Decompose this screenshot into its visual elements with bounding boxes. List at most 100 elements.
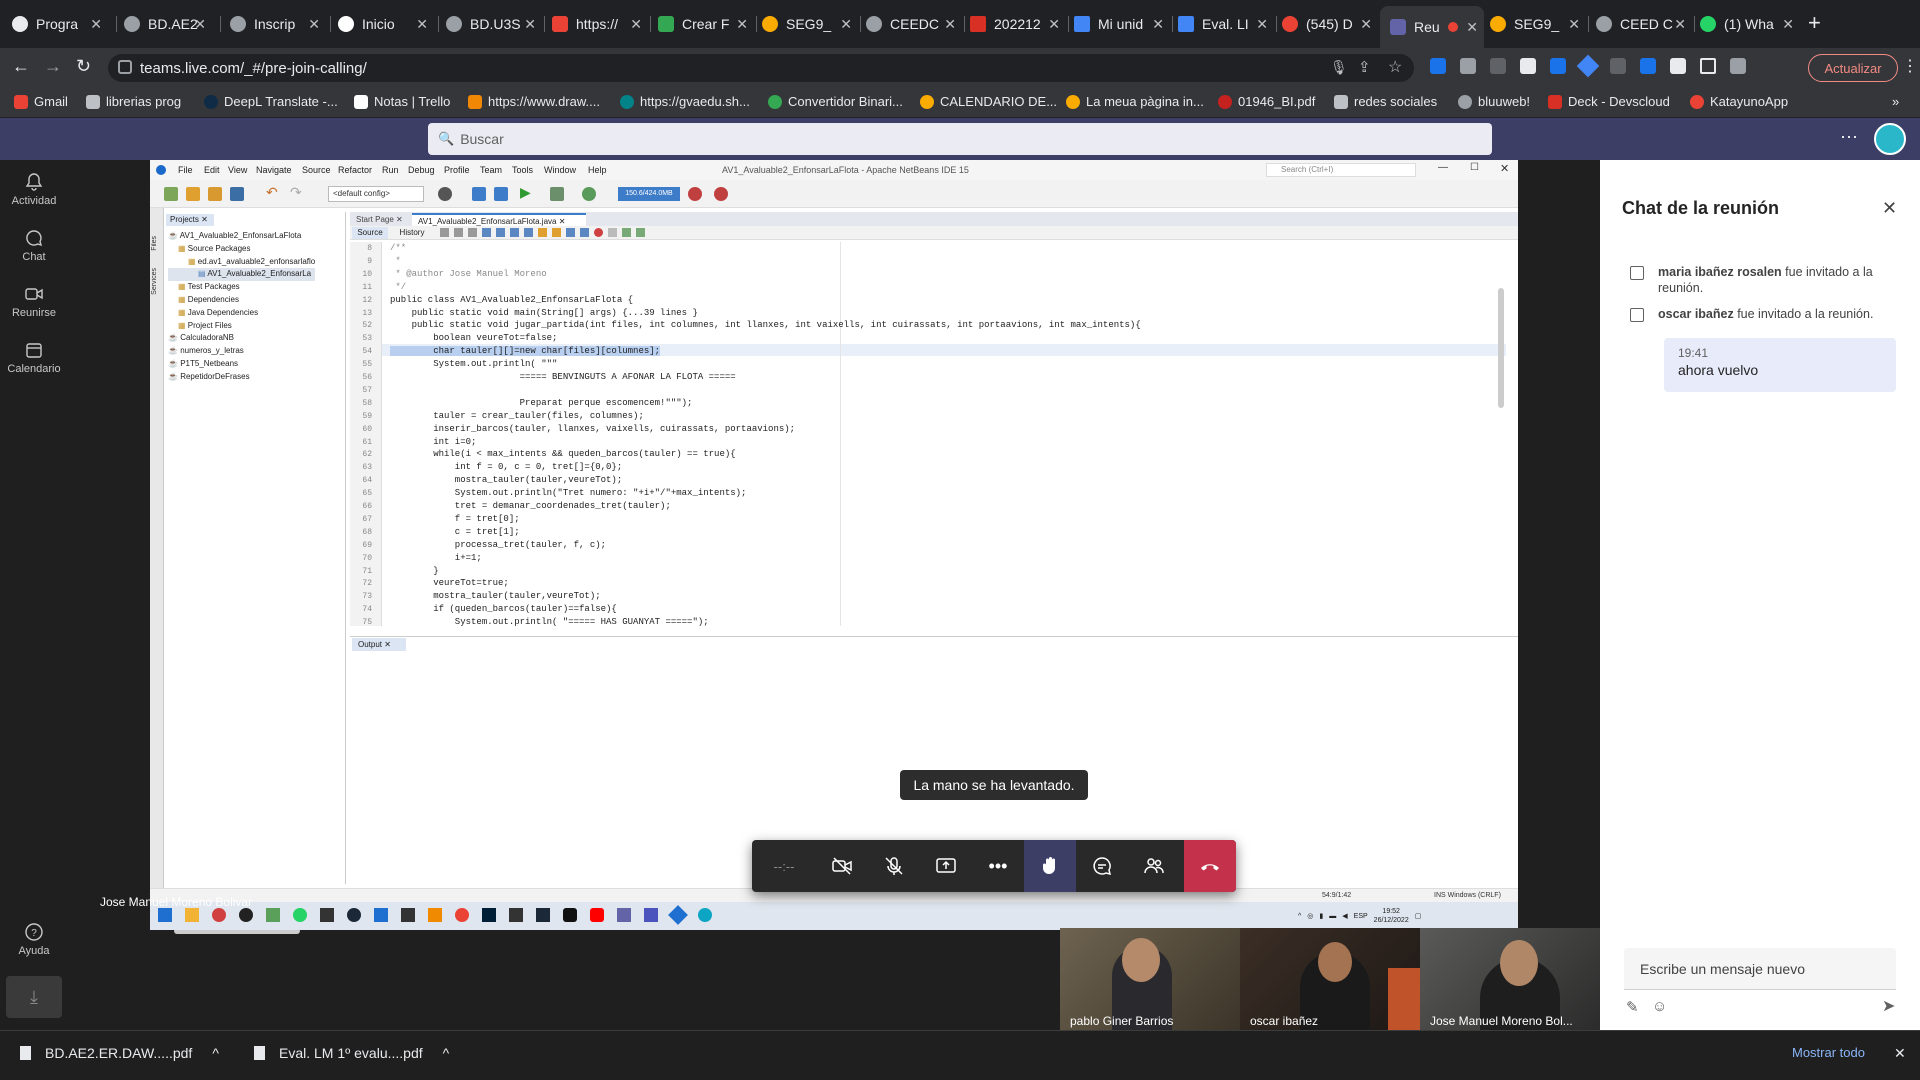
- browser-tab[interactable]: Crear F ✕: [658, 8, 754, 40]
- code-line[interactable]: public static void jugar_partida(int fil…: [390, 320, 1141, 330]
- menu-file[interactable]: File: [178, 165, 193, 175]
- source-tab[interactable]: Source: [352, 227, 388, 239]
- whatsapp-icon[interactable]: [293, 908, 307, 922]
- close-icon[interactable]: ✕: [1152, 16, 1164, 33]
- close-icon[interactable]: ✕: [1048, 16, 1060, 33]
- menu-source[interactable]: Source: [302, 165, 331, 175]
- teams-icon[interactable]: [617, 908, 631, 922]
- update-button[interactable]: Actualizar: [1808, 54, 1898, 82]
- close-icon[interactable]: ✕: [194, 16, 206, 33]
- edge-icon[interactable]: [698, 908, 712, 922]
- projects-tab[interactable]: Projects ✕: [166, 214, 214, 226]
- browser-tab[interactable]: 202212 ✕: [970, 8, 1066, 40]
- redo-icon[interactable]: ↷: [290, 184, 302, 201]
- menu-team[interactable]: Team: [480, 165, 502, 175]
- raise-hand-button[interactable]: [1024, 840, 1076, 892]
- app-icon[interactable]: [266, 908, 280, 922]
- bookmark-item[interactable]: Notas | Trello: [354, 94, 450, 109]
- editor-action-icon[interactable]: [566, 228, 575, 237]
- editor-action-icon[interactable]: [538, 228, 547, 237]
- menu-tools[interactable]: Tools: [512, 165, 533, 175]
- chat-message[interactable]: 19:41 ahora vuelvo: [1664, 338, 1896, 392]
- browser-tab-active[interactable]: Reu ✕: [1380, 6, 1484, 48]
- bookmark-star-icon[interactable]: ☆: [1388, 57, 1402, 77]
- vlc-icon[interactable]: [428, 908, 442, 922]
- editor-action-icon[interactable]: [496, 228, 505, 237]
- rail-item-activity[interactable]: Actividad: [0, 172, 68, 207]
- close-icon[interactable]: ✕: [90, 16, 102, 33]
- chevron-up-icon[interactable]: ^: [443, 1045, 450, 1061]
- browser-menu-icon[interactable]: ⋮: [1902, 56, 1918, 76]
- address-bar[interactable]: teams.live.com/_#/pre-join-calling/ 🎙 ⇪ …: [108, 54, 1414, 82]
- extension-icon[interactable]: [1520, 58, 1536, 74]
- extension-icon[interactable]: [1490, 58, 1506, 74]
- tree-node-selected[interactable]: ▤ AV1_Avaluable2_EnfonsarLa: [168, 268, 316, 282]
- tree-node[interactable]: ☕ AV1_Avaluable2_EnfonsarLaFlota: [168, 230, 315, 243]
- tab-start-page[interactable]: Start Page ✕: [350, 213, 412, 226]
- undo-icon[interactable]: ↶: [266, 184, 278, 201]
- code-line[interactable]: int i=0;: [390, 437, 476, 447]
- bookmark-item[interactable]: Convertidor Binari...: [768, 94, 903, 109]
- code-line[interactable]: f = tret[0];: [390, 514, 520, 524]
- code-line[interactable]: char tauler[][]=new char[files][columnes…: [390, 346, 661, 357]
- code-line[interactable]: int f = 0, c = 0, tret[]={0,0};: [390, 462, 622, 472]
- browser-tab[interactable]: (545) D ✕: [1282, 8, 1378, 40]
- chat-button[interactable]: [1076, 840, 1128, 892]
- bookmark-item[interactable]: KatayunoApp: [1690, 94, 1788, 109]
- editor-action-icon[interactable]: [440, 228, 449, 237]
- history-tab[interactable]: History: [394, 227, 430, 239]
- editor-action-icon[interactable]: [636, 228, 645, 237]
- code-line[interactable]: /**: [390, 243, 406, 253]
- bookmark-item[interactable]: https://www.draw....: [468, 94, 600, 109]
- code-line[interactable]: ===== BENVINGUTS A AFONAR LA FLOTA =====: [390, 372, 736, 382]
- browser-tab[interactable]: CEED C ✕: [1596, 8, 1692, 40]
- code-line[interactable]: mostra_tauler(tauler,veureTot);: [390, 591, 600, 601]
- participants-button[interactable]: [1128, 840, 1180, 892]
- code-line[interactable]: mostra_tauler(tauler,veureTot);: [390, 475, 622, 485]
- download-item[interactable]: Eval. LM 1º evalu....pdf ^: [254, 1045, 449, 1061]
- code-line[interactable]: System.out.println( """: [390, 359, 557, 369]
- browser-tab[interactable]: Eval. LI ✕: [1178, 8, 1274, 40]
- share-icon[interactable]: ⇪: [1358, 58, 1371, 76]
- menu-window[interactable]: Window: [544, 165, 576, 175]
- github-icon[interactable]: [239, 908, 253, 922]
- code-line[interactable]: System.out.println( "===== HAS GUANYAT =…: [390, 617, 709, 626]
- extension-icon[interactable]: [1730, 58, 1746, 74]
- camera-off-button[interactable]: [816, 840, 868, 892]
- puzzle-icon[interactable]: [1670, 58, 1686, 74]
- youtube-icon[interactable]: [590, 908, 604, 922]
- code-line[interactable]: c = tret[1];: [390, 527, 520, 537]
- profile-icon[interactable]: [582, 187, 596, 201]
- code-line[interactable]: System.out.println("Tret numero: "+i+"/"…: [390, 488, 747, 498]
- code-line[interactable]: Preparat perque escomencem!""");: [390, 398, 693, 408]
- notifications-icon[interactable]: ▢: [1415, 912, 1422, 920]
- tree-node[interactable]: ☕ RepetidorDeFrases: [168, 371, 315, 384]
- explorer-icon[interactable]: [185, 908, 199, 922]
- participant-video[interactable]: pablo Giner Barrios: [1060, 928, 1240, 1032]
- browser-tab[interactable]: Progra ✕: [12, 8, 108, 40]
- close-icon[interactable]: ✕: [1568, 16, 1580, 33]
- bookmarks-overflow[interactable]: »: [1892, 94, 1899, 109]
- close-icon[interactable]: ✕: [1256, 16, 1268, 33]
- editor-vertical-scrollbar[interactable]: [1498, 288, 1504, 408]
- tree-node[interactable]: ☕ numeros_y_letras: [168, 345, 315, 358]
- mute-button[interactable]: [868, 840, 920, 892]
- close-window-icon[interactable]: ✕: [1500, 162, 1509, 175]
- tree-node[interactable]: ▦ Source Packages: [168, 243, 315, 256]
- code-line[interactable]: tauler = crear_tauler(files, columnes);: [390, 411, 644, 421]
- sidebar-icon[interactable]: [1700, 58, 1716, 74]
- stop-macro-icon[interactable]: [608, 228, 617, 237]
- new-tab-button[interactable]: +: [1808, 10, 1821, 36]
- extension-icon[interactable]: [1640, 58, 1656, 74]
- extension-icon[interactable]: [1550, 58, 1566, 74]
- close-icon[interactable]: ✕: [630, 16, 642, 33]
- tray-icon[interactable]: ▬: [1329, 913, 1336, 920]
- app-icon[interactable]: [401, 908, 415, 922]
- editor-action-icon[interactable]: [580, 228, 589, 237]
- tiktok-icon[interactable]: [563, 908, 577, 922]
- mic-icon[interactable]: 🎙: [1330, 59, 1348, 76]
- close-icon[interactable]: ✕: [944, 16, 956, 33]
- close-icon[interactable]: ✕: [416, 16, 428, 33]
- maximize-icon[interactable]: ☐: [1470, 162, 1479, 173]
- build-icon[interactable]: [438, 187, 452, 201]
